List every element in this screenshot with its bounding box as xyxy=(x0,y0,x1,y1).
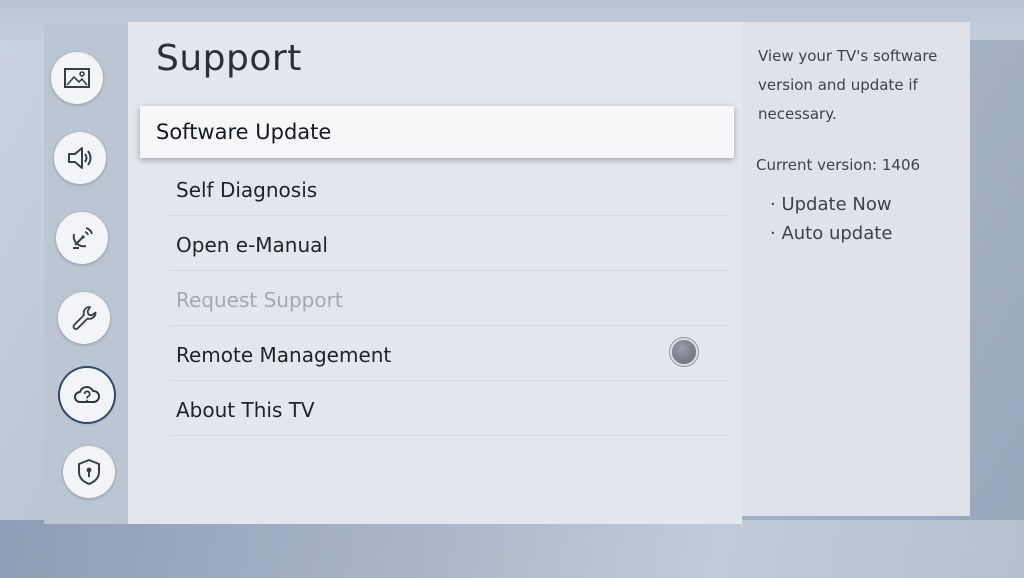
current-version-text: Current version: 1406 xyxy=(756,156,921,174)
menu-item-label: Software Update xyxy=(156,120,332,144)
menu-divider xyxy=(170,435,730,436)
picture-icon xyxy=(64,68,90,88)
remote-management-toggle[interactable] xyxy=(670,338,698,366)
menu-divider xyxy=(170,270,730,271)
sound-category-button[interactable] xyxy=(54,132,106,184)
wrench-icon xyxy=(72,306,97,330)
privacy-category-button[interactable] xyxy=(63,446,115,498)
general-category-button[interactable] xyxy=(58,292,110,344)
update-options-list: Update Now Auto update xyxy=(770,190,892,248)
menu-item-open-e-manual[interactable]: Open e-Manual xyxy=(140,219,734,271)
menu-item-label: Remote Management xyxy=(176,343,392,367)
menu-item-software-update[interactable]: Software Update xyxy=(140,106,734,158)
menu-divider xyxy=(170,325,730,326)
background-wall-bottom xyxy=(0,520,1024,578)
sound-icon xyxy=(68,147,92,169)
support-cloud-icon xyxy=(74,386,100,403)
support-menu-panel xyxy=(128,22,742,524)
menu-item-request-support: Request Support xyxy=(140,274,734,326)
menu-item-label: Request Support xyxy=(176,288,343,312)
page-title: Support xyxy=(156,38,302,79)
help-description: View your TV's software version and upda… xyxy=(758,47,938,123)
update-option: Auto update xyxy=(770,219,892,248)
picture-category-button[interactable] xyxy=(51,52,103,104)
shield-icon xyxy=(78,459,100,485)
menu-item-label: About This TV xyxy=(176,398,315,422)
menu-item-about-this-tv[interactable]: About This TV xyxy=(140,384,734,436)
broadcasting-icon xyxy=(72,227,93,249)
menu-item-remote-management[interactable]: Remote Management xyxy=(140,329,734,381)
menu-divider xyxy=(170,215,730,216)
menu-item-label: Open e-Manual xyxy=(176,233,328,257)
menu-divider xyxy=(170,380,730,381)
broadcasting-category-button[interactable] xyxy=(56,212,108,264)
update-option: Update Now xyxy=(770,190,892,219)
menu-item-label: Self Diagnosis xyxy=(176,178,318,202)
support-category-button[interactable] xyxy=(60,368,114,422)
menu-item-self-diagnosis[interactable]: Self Diagnosis xyxy=(140,164,734,216)
